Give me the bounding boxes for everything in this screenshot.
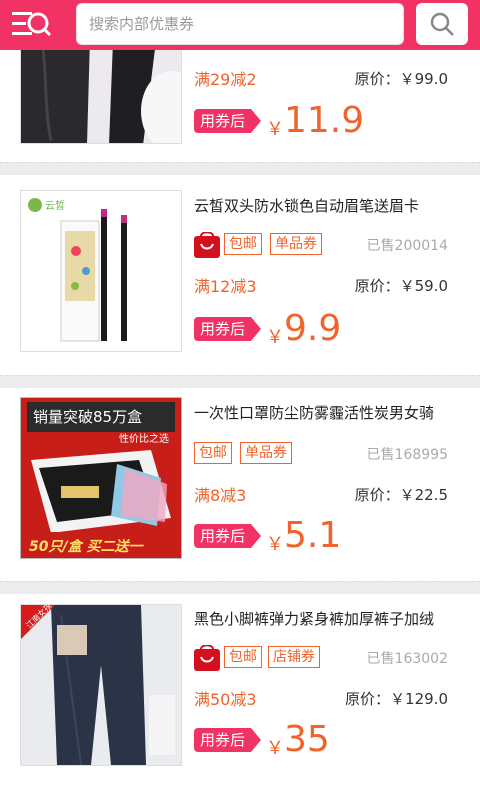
- search-button[interactable]: [416, 3, 468, 45]
- divider: [0, 163, 480, 175]
- sold-count: 已售163002: [366, 651, 448, 667]
- currency-symbol: ￥: [266, 738, 284, 759]
- tag-free-shipping: 包邮: [194, 442, 232, 464]
- currency-symbol: ￥: [266, 327, 284, 348]
- original-price: 原价：￥59.0: [354, 277, 448, 295]
- product-title[interactable]: 黑色小脚裤弹力紧身裤加厚裤子加绒: [194, 608, 464, 629]
- coupon-rule: 满29减2: [194, 70, 257, 89]
- product-image[interactable]: 江南女孩: [20, 604, 182, 766]
- product-card[interactable]: 云皙 云皙双头防水锁色自动眉笔送眉卡 包邮 单品券 已售200014 满12减3…: [0, 175, 480, 375]
- tag-shop-coupon: 店铺券: [268, 646, 320, 668]
- original-price: 原价：￥129.0: [345, 690, 448, 708]
- divider: [0, 582, 480, 594]
- after-coupon-label: 用券后: [194, 109, 262, 133]
- after-coupon-label: 用券后: [194, 524, 262, 548]
- coupon-rule: 满8减3: [194, 486, 247, 505]
- banner-bottom-text: 50只/盒 买二送一: [29, 538, 144, 555]
- original-price: 原价：￥99.0: [354, 70, 448, 88]
- tag-free-shipping: 包邮: [224, 646, 262, 668]
- tag-free-shipping: 包邮: [224, 233, 262, 255]
- product-card[interactable]: 销量突破85万盒 性价比之选 50只/盒 买二送一 一次性口罩防尘防雾霾活性炭男…: [0, 388, 480, 581]
- tmall-bag-icon: [194, 644, 220, 671]
- after-coupon-label: 用券后: [194, 728, 262, 752]
- top-bar: 搜索内部优惠券: [0, 0, 480, 50]
- product-list: 满29减2 原价：￥99.0 用券后 ￥ 11.9 云皙 云皙双头防水锁色自动眉…: [0, 0, 480, 800]
- search-icon: [430, 12, 454, 36]
- search-input[interactable]: 搜索内部优惠券: [76, 3, 404, 45]
- original-price: 原价：￥22.5: [354, 486, 448, 504]
- brand-logo: 云皙: [45, 199, 65, 212]
- divider: [0, 376, 480, 388]
- banner-top-text: 销量突破85万盒: [33, 408, 142, 426]
- product-card[interactable]: 江南女孩 黑色小脚裤弹力紧身裤加厚裤子加绒 包邮 店铺券 已售163002 满5…: [0, 594, 480, 800]
- product-image[interactable]: 云皙: [20, 190, 182, 352]
- product-title[interactable]: 云皙双头防水锁色自动眉笔送眉卡: [194, 195, 464, 216]
- product-title[interactable]: 一次性口罩防尘防雾霾活性炭男女骑: [194, 402, 464, 423]
- coupon-rule: 满50减3: [194, 690, 257, 709]
- tag-item-coupon: 单品券: [240, 442, 292, 464]
- after-coupon-label: 用券后: [194, 317, 262, 341]
- coupon-price: 35: [284, 719, 330, 760]
- tmall-bag-icon: [194, 231, 220, 258]
- coupon-price: 9.9: [284, 308, 342, 349]
- coupon-price: 5.1: [284, 515, 342, 556]
- currency-symbol: ￥: [266, 534, 284, 555]
- banner-sub-text: 性价比之选: [119, 432, 169, 445]
- tag-item-coupon: 单品券: [270, 233, 322, 255]
- sold-count: 已售200014: [366, 238, 448, 254]
- menu-search-icon[interactable]: [10, 4, 54, 44]
- coupon-rule: 满12减3: [194, 277, 257, 296]
- coupon-price: 11.9: [284, 100, 365, 141]
- sold-count: 已售168995: [366, 447, 448, 463]
- product-image[interactable]: 销量突破85万盒 性价比之选 50只/盒 买二送一: [20, 397, 182, 559]
- currency-symbol: ￥: [266, 119, 284, 140]
